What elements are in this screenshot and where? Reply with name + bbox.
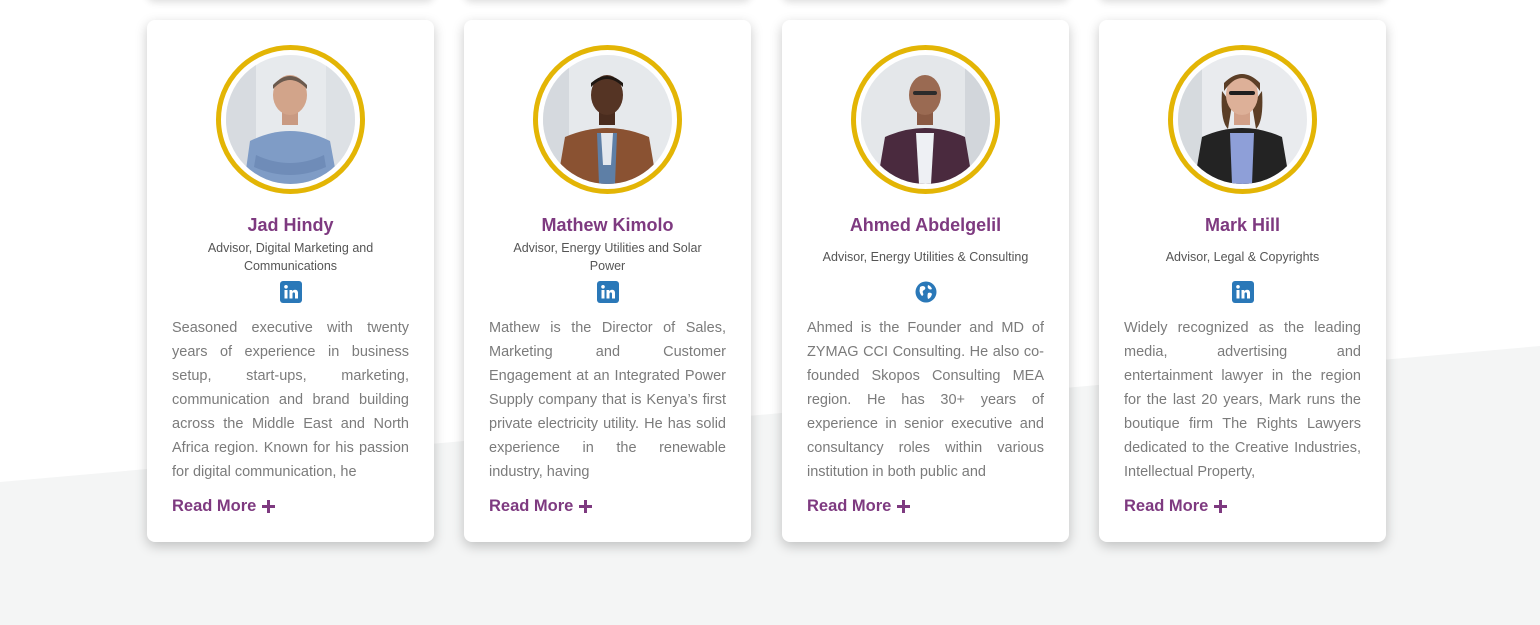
member-role: Advisor, Energy Utilities & Consulting xyxy=(822,250,1029,264)
team-card-ahmed-abdelgelil: Ahmed Abdelgelil Advisor, Energy Utiliti… xyxy=(782,20,1069,542)
member-bio: Widely recognized as the leading media, … xyxy=(1124,320,1361,480)
read-more-button[interactable]: Read More xyxy=(1124,494,1228,518)
avatar-ring xyxy=(851,45,1000,194)
member-role: Advisor, Legal & Copyrights xyxy=(1165,250,1320,264)
avatar xyxy=(861,55,990,184)
avatar xyxy=(543,55,672,184)
member-role: Advisor, Energy Utilities and Solar Powe… xyxy=(513,241,702,273)
member-role: Advisor, Digital Marketing and Communica… xyxy=(207,241,374,273)
linkedin-icon[interactable] xyxy=(597,281,619,303)
read-more-label: Read More xyxy=(489,497,574,515)
read-more-button[interactable]: Read More xyxy=(807,494,911,518)
member-bio: Seasoned executive with twenty years of … xyxy=(172,320,409,480)
member-name: Ahmed Abdelgelil xyxy=(849,215,1002,235)
linkedin-icon[interactable] xyxy=(280,281,302,303)
member-bio: Ahmed is the Founder and MD of ZYMAG CCI… xyxy=(807,320,1044,480)
read-more-label: Read More xyxy=(1124,497,1209,515)
plus-icon xyxy=(579,499,593,513)
read-more-label: Read More xyxy=(172,497,257,515)
linkedin-icon[interactable] xyxy=(1232,281,1254,303)
read-more-label: Read More xyxy=(807,497,892,515)
read-more-button[interactable]: Read More xyxy=(489,494,593,518)
plus-icon xyxy=(262,499,276,513)
plus-icon xyxy=(897,499,911,513)
avatar-ring xyxy=(1168,45,1317,194)
team-card-mathew-kimolo: Mathew Kimolo Advisor, Energy Utilities … xyxy=(464,20,751,542)
member-name: Jad Hindy xyxy=(247,215,334,235)
member-name: Mark Hill xyxy=(1204,215,1281,235)
avatar-ring xyxy=(533,45,682,194)
read-more-button[interactable]: Read More xyxy=(172,494,276,518)
avatar xyxy=(226,55,355,184)
plus-icon xyxy=(1214,499,1228,513)
avatar-ring xyxy=(216,45,365,194)
member-name: Mathew Kimolo xyxy=(541,215,674,235)
team-card-jad-hindy: Jad Hindy Advisor, Digital Marketing and… xyxy=(147,20,434,542)
member-bio: Mathew is the Director of Sales, Marketi… xyxy=(489,320,726,480)
avatar xyxy=(1178,55,1307,184)
globe-icon[interactable] xyxy=(915,281,937,303)
team-card-mark-hill: Mark Hill Advisor, Legal & Copyrights Wi… xyxy=(1099,20,1386,542)
